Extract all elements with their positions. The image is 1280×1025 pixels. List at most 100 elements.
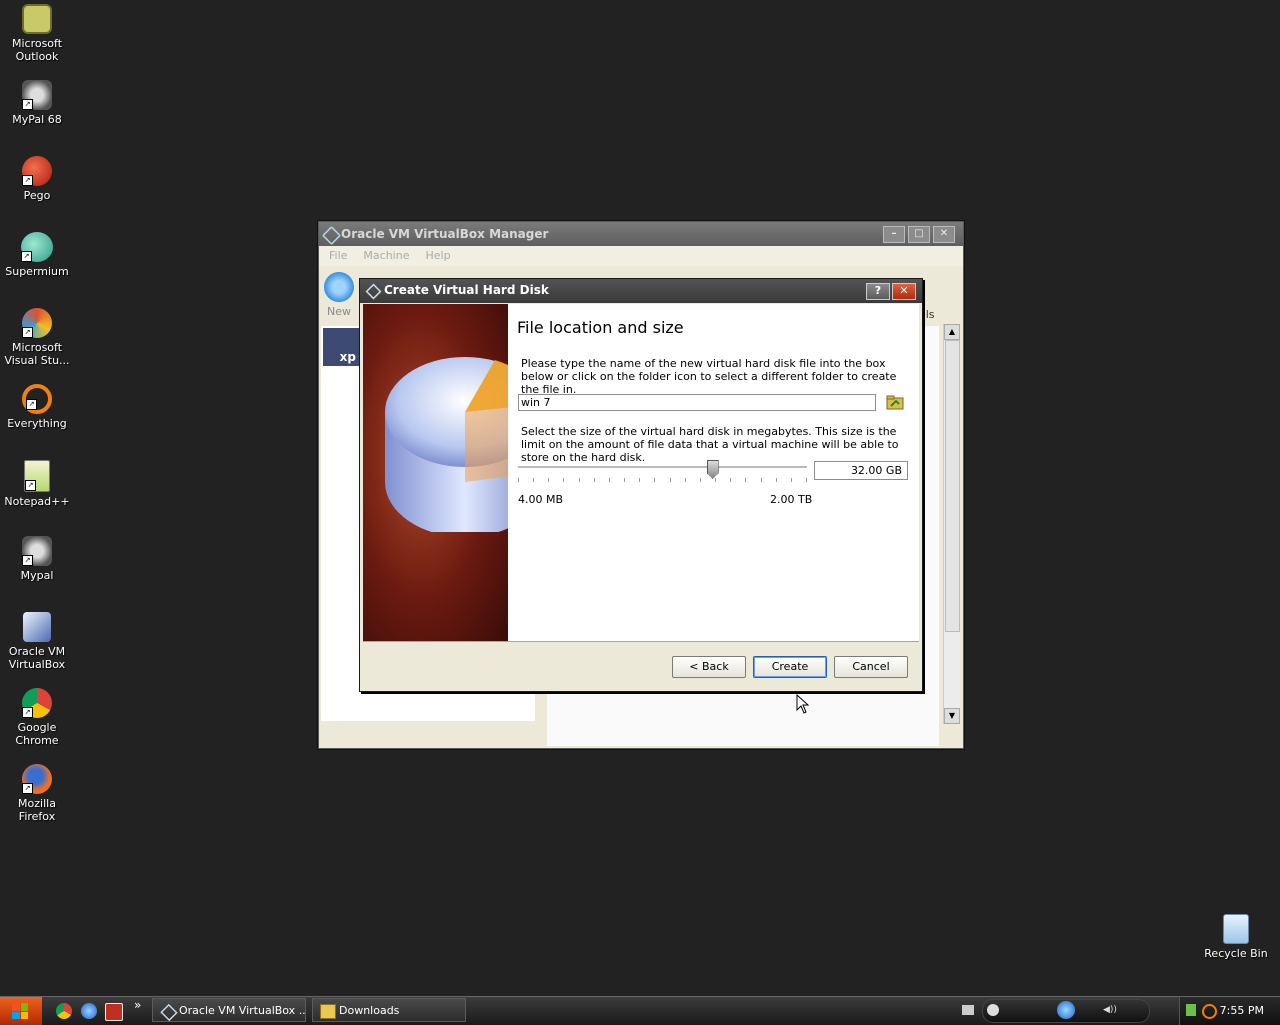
desktop-icon-label: Mozilla Firefox (18, 797, 56, 823)
minimize-button[interactable]: – (883, 226, 905, 243)
new-vm-button[interactable]: New (323, 272, 355, 318)
vbox-manager-titlebar[interactable]: Oracle VM VirtualBox Manager – □ ✕ (319, 222, 963, 246)
size-slider-handle[interactable] (706, 460, 719, 479)
cancel-button[interactable]: Cancel (834, 656, 908, 678)
desktop-icon-notepadpp[interactable]: ↗ Notepad++ (0, 460, 74, 508)
back-button[interactable]: < Back (672, 656, 746, 678)
taskbar-item-label: Downloads (339, 1004, 400, 1017)
mypal-icon: ↗ (22, 80, 52, 110)
dialog-title: Create Virtual Hard Disk (384, 283, 549, 297)
desktop-icon-label: Mypal (20, 569, 54, 582)
desktop-icon-outlook[interactable]: Microsoft Outlook (0, 4, 74, 63)
details-scrollbar[interactable]: ▲ ▼ (943, 324, 960, 724)
desktop-icon-label: Pego (23, 189, 51, 202)
desktop-icon-visual-studio[interactable]: ↗ Microsoft Visual Stu... (0, 308, 74, 367)
dialog-close-button[interactable]: ✕ (892, 283, 916, 300)
desktop-icon-label: Notepad++ (4, 495, 70, 508)
desktop-icon-mypal68[interactable]: ↗ MyPal 68 (0, 80, 74, 126)
outlook-icon (22, 4, 52, 34)
dialog-titlebar[interactable]: Create Virtual Hard Disk ? ✕ (360, 279, 922, 303)
notepadpp-icon: ↗ (24, 460, 50, 492)
desktop-icon-pego[interactable]: ↗ Pego (0, 156, 74, 202)
desktop-icon-label: Microsoft Outlook (11, 37, 63, 63)
create-virtual-hard-disk-dialog[interactable]: Create Virtual Hard Disk ? ✕ File locati… (359, 278, 923, 692)
visual-studio-icon: ↗ (22, 308, 52, 338)
virtualbox-icon (160, 1003, 178, 1021)
maximize-button[interactable]: □ (908, 226, 930, 243)
wizard-page: File location and size Please type the n… (508, 304, 919, 641)
size-input[interactable]: 32.00 GB (814, 461, 908, 480)
scroll-up-arrow-icon[interactable]: ▲ (944, 324, 960, 340)
vm-os-badge: xp (339, 350, 356, 364)
desktop-icon-label: Supermium (5, 265, 69, 278)
network-tray-icon[interactable] (1186, 1004, 1196, 1016)
supermium-icon: ↗ (21, 232, 53, 262)
taskbar-item-label: Oracle VM VirtualBox ... (179, 1004, 306, 1017)
firefox-icon: ↗ (22, 764, 52, 794)
desktop-icon-firefox[interactable]: ↗ Mozilla Firefox (0, 764, 74, 823)
menu-file[interactable]: File (329, 246, 347, 266)
size-slider-track[interactable] (518, 466, 807, 469)
quicklaunch-ie-icon[interactable] (81, 1003, 97, 1019)
new-vm-icon (324, 272, 354, 302)
media-menu-icon[interactable] (987, 1004, 999, 1016)
start-button[interactable] (0, 997, 42, 1025)
create-button[interactable]: Create (753, 656, 827, 678)
slider-max-label: 2.00 TB (770, 493, 813, 506)
volume-icon[interactable]: ◀)) (1103, 1005, 1117, 1015)
close-button[interactable]: ✕ (933, 226, 955, 243)
chrome-icon: ↗ (22, 688, 52, 718)
quicklaunch-chrome-icon[interactable] (56, 1003, 72, 1019)
new-vm-label: New (327, 305, 351, 318)
desktop-icon-recycle-bin[interactable]: Recycle Bin (1199, 914, 1273, 960)
menu-machine[interactable]: Machine (363, 246, 409, 266)
vbox-menubar: File Machine Help (319, 246, 963, 266)
pego-icon: ↗ (22, 156, 52, 186)
size-description: Select the size of the virtual hard disk… (521, 425, 899, 464)
desktop-icon-everything[interactable]: ↗ Everything (0, 384, 74, 430)
media-player-toolbar[interactable]: ◀)) (982, 999, 1150, 1023)
desktop-icon-supermium[interactable]: ↗ Supermium (0, 232, 74, 278)
taskbar-item-virtualbox[interactable]: Oracle VM VirtualBox ... (152, 998, 306, 1022)
clock[interactable]: 7:55 PM (1220, 1004, 1264, 1017)
desktop-icon-label: Microsoft Visual Stu... (4, 341, 70, 367)
everything-tray-icon[interactable] (1202, 1004, 1217, 1019)
desktop-icon-label: Everything (7, 417, 67, 430)
mypal-icon: ↗ (22, 536, 52, 566)
taskbar-item-downloads[interactable]: Downloads (312, 998, 466, 1022)
quicklaunch-overflow-icon[interactable]: » (134, 998, 141, 1012)
system-tray: 7:55 PM (1179, 997, 1280, 1025)
keyboard-icon[interactable] (962, 1005, 974, 1015)
page-title: File location and size (517, 318, 684, 337)
desktop-icon-label: Google Chrome (15, 721, 59, 747)
desktop-icon-chrome[interactable]: ↗ Google Chrome (0, 688, 74, 747)
location-description: Please type the name of the new virtual … (521, 357, 897, 396)
choose-folder-icon[interactable] (886, 394, 904, 411)
desktop-icon-mypal[interactable]: ↗ Mypal (0, 536, 74, 582)
file-location-input[interactable] (518, 394, 876, 411)
virtualbox-icon (365, 283, 382, 300)
quicklaunch-app-icon[interactable] (105, 1003, 123, 1021)
virtualbox-icon (321, 225, 342, 246)
everything-icon: ↗ (22, 384, 52, 414)
desktop-icon-label: MyPal 68 (12, 113, 62, 126)
vm-list-item-xp[interactable]: xp (323, 328, 359, 366)
play-button-icon[interactable] (1057, 1001, 1075, 1019)
desktop-icon-label: Recycle Bin (1204, 947, 1268, 960)
folder-icon (320, 1004, 336, 1019)
window-title: Oracle VM VirtualBox Manager (341, 227, 549, 241)
scroll-thumb[interactable] (945, 340, 960, 632)
hard-disk-pie-icon (385, 357, 508, 532)
help-button[interactable]: ? (866, 283, 890, 300)
taskbar: » Oracle VM VirtualBox ... Downloads ◀))… (0, 996, 1280, 1025)
desktop-icon-virtualbox[interactable]: Oracle VM VirtualBox (0, 612, 74, 671)
virtualbox-icon (23, 612, 51, 642)
slider-min-label: 4.00 MB (518, 493, 564, 506)
menu-help[interactable]: Help (425, 246, 450, 266)
mouse-cursor-icon (796, 694, 810, 714)
scroll-down-arrow-icon[interactable]: ▼ (944, 708, 960, 724)
desktop-icon-label: Oracle VM VirtualBox (8, 645, 66, 671)
windows-flag-icon (12, 1003, 28, 1019)
dialog-separator (363, 641, 919, 642)
size-slider-ticks (518, 478, 807, 482)
